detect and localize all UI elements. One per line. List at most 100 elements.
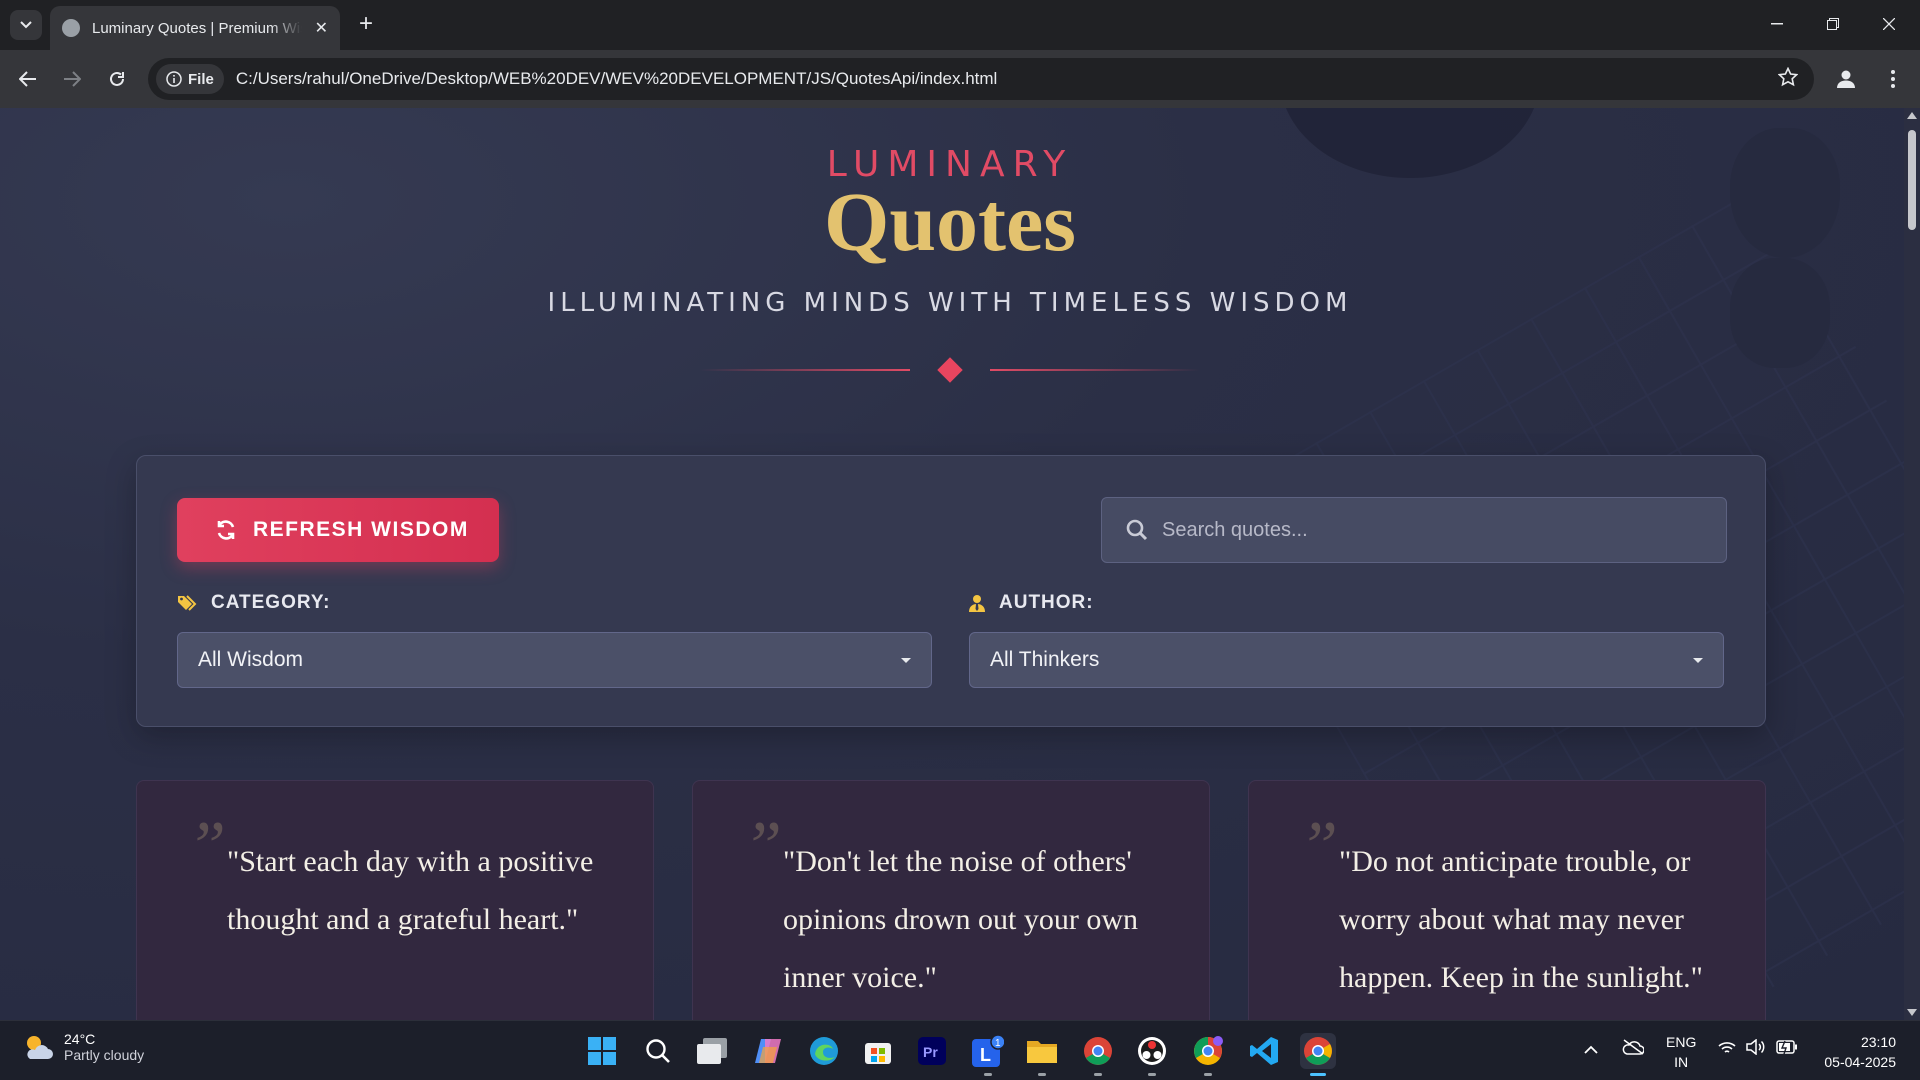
minimize-button[interactable] [1754, 8, 1800, 40]
taskbar-search-button[interactable] [640, 1033, 676, 1069]
globe-icon [62, 19, 80, 37]
reload-icon [110, 71, 124, 86]
arrow-right-icon [64, 71, 81, 87]
quote-card[interactable]: ” "Don't let the noise of others' opinio… [692, 780, 1210, 1020]
quote-text: "Do not anticipate trouble, or worry abo… [1339, 845, 1703, 994]
browser-menu-button[interactable] [1880, 63, 1906, 95]
caret-down-icon [901, 657, 911, 663]
star-icon [1777, 66, 1799, 87]
more-vertical-icon [1891, 70, 1895, 88]
quote-mark-icon: ” [743, 808, 782, 885]
running-indicator [1094, 1073, 1102, 1076]
new-tab-button[interactable]: + [352, 10, 380, 38]
l-app-button[interactable]: L1 [970, 1033, 1006, 1076]
page-viewport: LUMINARY Quotes ILLUMINATING MINDS WITH … [0, 108, 1920, 1020]
close-window-button[interactable] [1866, 8, 1912, 40]
chrome-profile-button[interactable] [1080, 1033, 1116, 1076]
wifi-icon [1718, 1042, 1736, 1053]
language-code: ENG [1666, 1034, 1697, 1050]
microsoft-store-button[interactable] [860, 1033, 896, 1069]
running-indicator [1038, 1073, 1046, 1076]
weather-widget[interactable]: 24°C Partly cloudy [22, 1031, 144, 1063]
obs-icon [1138, 1037, 1166, 1065]
category-label-row: CATEGORY: [177, 592, 330, 614]
scrollbar-thumb[interactable] [1908, 130, 1916, 230]
restore-icon [1827, 18, 1839, 30]
tab-search-button[interactable] [10, 10, 42, 40]
url-text[interactable]: C:/Users/rahul/OneDrive/Desktop/WEB%20DE… [236, 69, 998, 89]
quote-text: "Start each day with a positive thought … [227, 845, 594, 936]
divider-line [700, 369, 910, 371]
address-bar[interactable]: File C:/Users/rahul/OneDrive/Desktop/WEB… [148, 58, 1814, 100]
search-input[interactable] [1162, 518, 1682, 542]
volume-button[interactable] [1746, 1038, 1766, 1058]
edge-button[interactable] [806, 1033, 842, 1069]
windows-icon [588, 1037, 616, 1065]
running-indicator [1148, 1073, 1156, 1076]
vscode-button[interactable] [1246, 1033, 1282, 1069]
chrome-icon [1194, 1036, 1223, 1065]
quote-card[interactable]: ” "Do not anticipate trouble, or worry a… [1248, 780, 1766, 1020]
scroll-up-icon[interactable] [1907, 112, 1917, 119]
svg-text:Pr: Pr [923, 1044, 938, 1060]
windows-taskbar: 24°C Partly cloudy Pr L1 ENG IN 23:10 05… [0, 1020, 1920, 1080]
l-app-icon: L1 [972, 1035, 1004, 1067]
profile-button[interactable] [1830, 63, 1862, 95]
site-info-chip[interactable]: File [156, 64, 224, 94]
scroll-down-icon[interactable] [1907, 1009, 1917, 1016]
reload-button[interactable] [101, 63, 133, 95]
bookmark-star-button[interactable] [1777, 66, 1799, 92]
premiere-pro-icon: Pr [918, 1037, 946, 1065]
quote-text: "Don't let the noise of others' opinions… [783, 845, 1138, 994]
task-view-button[interactable] [694, 1033, 730, 1069]
category-selected-value: All Wisdom [198, 648, 304, 671]
search-box[interactable] [1101, 497, 1727, 563]
active-tab[interactable]: Luminary Quotes | Premium Wisdom ✕ [50, 6, 340, 50]
partly-cloudy-icon [27, 1036, 53, 1059]
refresh-wisdom-button[interactable]: REFRESH WISDOM [177, 498, 499, 562]
notification-badge: 1 [995, 1038, 1001, 1049]
category-label: CATEGORY: [211, 592, 331, 613]
author-select[interactable]: All Thinkers [969, 632, 1724, 688]
quote-mark-icon: ” [187, 808, 226, 885]
category-select[interactable]: All Wisdom [177, 632, 932, 688]
chevron-up-icon [1584, 1045, 1598, 1054]
tagline: ILLUMINATING MINDS WITH TIMELESS WISDOM [547, 288, 1353, 318]
vscode-icon [1250, 1037, 1278, 1065]
page-scrollbar[interactable] [1904, 108, 1920, 1020]
brand-title: Quotes [824, 176, 1076, 269]
file-chip-label: File [188, 70, 214, 88]
diamond-icon [937, 357, 963, 383]
file-explorer-button[interactable] [1024, 1033, 1060, 1076]
cloud-offline-icon [1622, 1039, 1645, 1055]
ornamental-divider [700, 357, 1200, 383]
restore-button[interactable] [1810, 8, 1856, 40]
search-icon [1126, 519, 1148, 541]
start-button[interactable] [584, 1033, 620, 1069]
premiere-pro-button[interactable]: Pr [914, 1033, 950, 1069]
copilot-icon [755, 1039, 781, 1063]
browser-tab-bar: Luminary Quotes | Premium Wisdom ✕ + [0, 0, 1920, 50]
chevron-down-icon [20, 21, 32, 29]
copilot-button[interactable] [750, 1033, 786, 1069]
close-tab-icon[interactable]: ✕ [315, 18, 328, 38]
chrome-secondary-button[interactable] [1190, 1033, 1226, 1076]
language-region: IN [1674, 1054, 1689, 1070]
show-hidden-icons-button[interactable] [1584, 1041, 1598, 1057]
onedrive-button[interactable] [1622, 1039, 1645, 1058]
author-selected-value: All Thinkers [990, 648, 1100, 671]
refresh-label: REFRESH WISDOM [253, 518, 469, 541]
clock[interactable]: 23:10 05-04-2025 [1824, 1032, 1896, 1072]
obs-button[interactable] [1134, 1033, 1170, 1076]
forward-button[interactable] [56, 63, 88, 95]
wifi-button[interactable] [1718, 1041, 1736, 1058]
battery-button[interactable] [1776, 1040, 1798, 1057]
language-indicator[interactable]: ENG IN [1666, 1032, 1696, 1072]
search-icon [646, 1039, 670, 1063]
chrome-active-button[interactable] [1300, 1033, 1336, 1076]
controls-panel: REFRESH WISDOM CATEGORY: All Wisdom AUTH… [136, 455, 1766, 727]
close-icon [1883, 18, 1895, 30]
back-button[interactable] [12, 63, 44, 95]
author-label-row: AUTHOR: [969, 592, 1094, 614]
quote-card[interactable]: ” "Start each day with a positive though… [136, 780, 654, 1020]
